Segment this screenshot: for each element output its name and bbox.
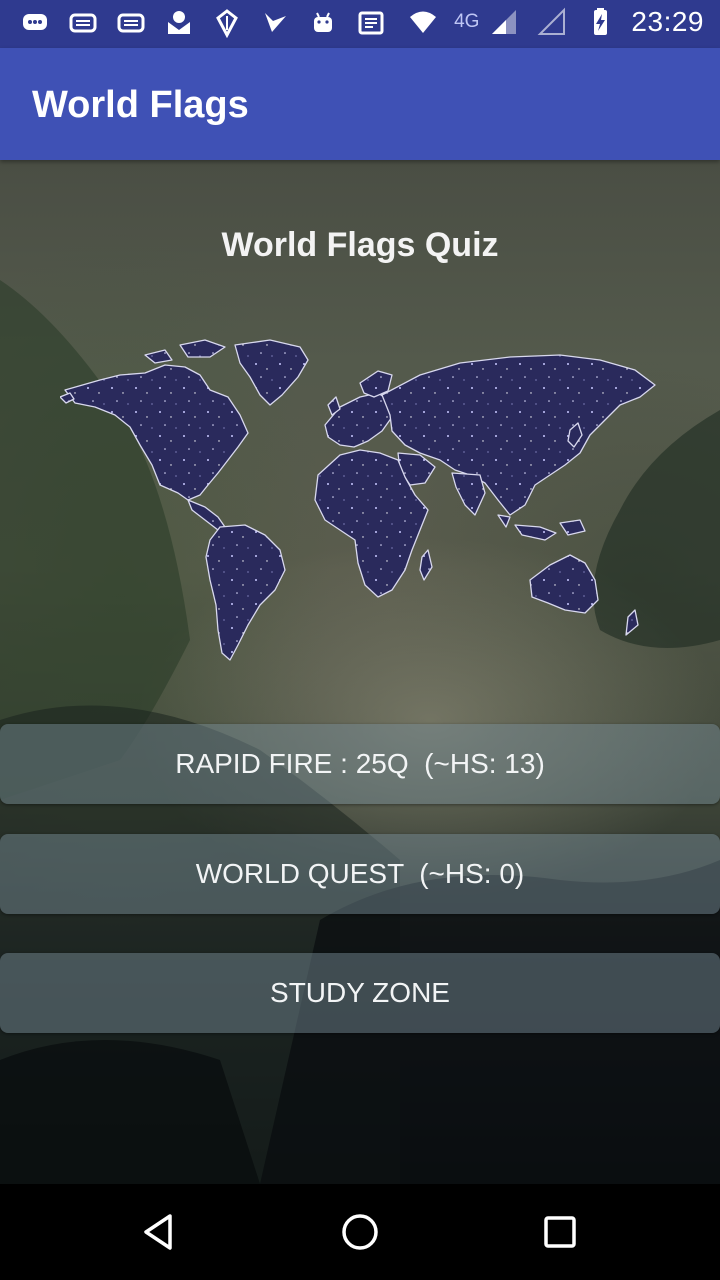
- home-icon[interactable]: [336, 1208, 384, 1256]
- mail-icon: [114, 8, 148, 38]
- notification-icons: [18, 8, 388, 38]
- android-icon: [306, 8, 340, 38]
- clock: 23:29: [631, 6, 704, 37]
- navigation-bar: [0, 1184, 720, 1280]
- chat-icon: [18, 8, 52, 38]
- wifi-icon: [406, 7, 440, 37]
- signal-icon: [487, 7, 521, 37]
- checkmark-app-icon: [258, 8, 292, 38]
- world-map-icon: [59, 335, 660, 675]
- app-bar: World Flags: [0, 48, 720, 160]
- quiz-title: World Flags Quiz: [221, 226, 499, 264]
- system-icons: 4G 23:29: [406, 6, 704, 38]
- rapid-fire-button[interactable]: RAPID FIRE : 25Q (~HS: 13): [0, 724, 720, 804]
- main-content: World Flags Quiz RAPID FIRE: 25Q (~HS: …: [0, 160, 720, 1184]
- battery-charging-icon: [583, 7, 617, 37]
- back-icon[interactable]: [136, 1208, 184, 1256]
- signal-icon: [535, 7, 569, 37]
- study-zone-button[interactable]: STUDY ZONE: [0, 953, 720, 1033]
- news-icon: [354, 8, 388, 38]
- envelope-icon: [162, 8, 196, 38]
- world-quest-button[interactable]: WORLD QUEST (~HS: 0): [0, 834, 720, 914]
- recents-icon[interactable]: [536, 1208, 584, 1256]
- app-title: World Flags: [32, 84, 249, 126]
- status-bar: 4G 23:29: [0, 0, 720, 48]
- mail-icon: [66, 8, 100, 38]
- network-type-label: 4G: [454, 11, 480, 32]
- game-icon: [210, 8, 244, 38]
